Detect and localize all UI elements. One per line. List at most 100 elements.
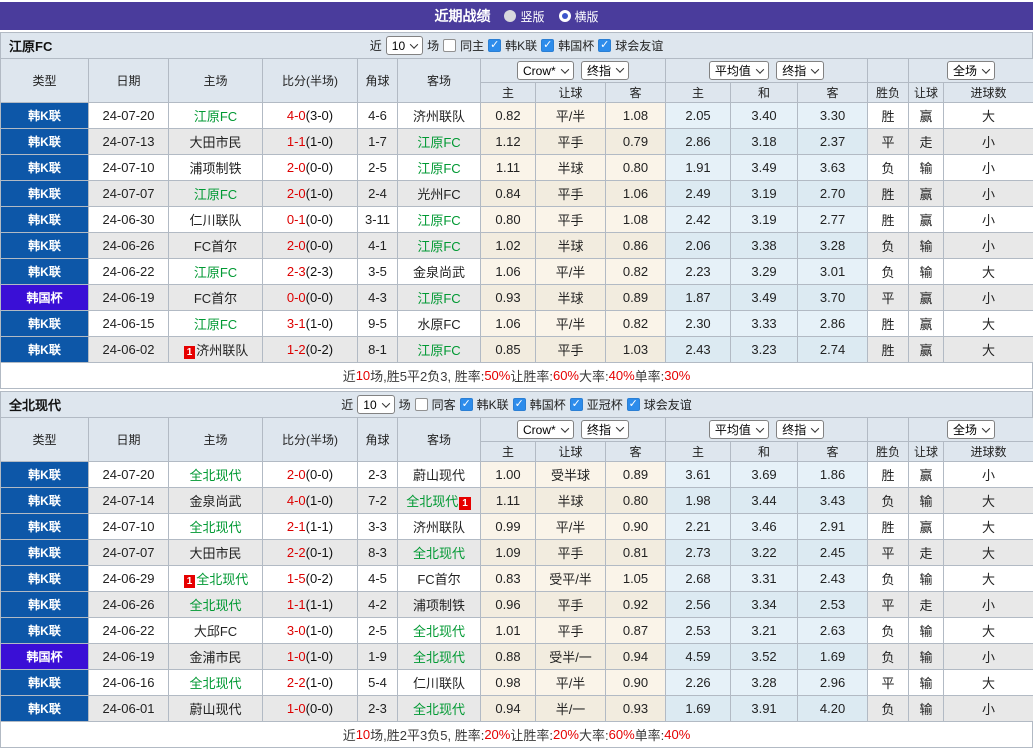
away-team-name[interactable]: 江原FC (417, 135, 460, 150)
score-cell: 2-2(0-1) (263, 540, 358, 566)
away-team-name[interactable]: 江原FC (417, 161, 460, 176)
home-team-name[interactable]: 江原FC (194, 265, 237, 280)
match-count-select[interactable]: 10 (357, 395, 394, 414)
away-team-name[interactable]: 全北现代 (413, 650, 465, 665)
corner-count: 2-3 (358, 462, 398, 488)
home-team-name[interactable]: 大田市民 (189, 135, 241, 150)
bookmaker-select[interactable]: Crow* (517, 420, 574, 439)
col-date: 日期 (89, 418, 169, 462)
result-handicap: 走 (909, 129, 944, 155)
league-checkbox[interactable]: ✓ (598, 39, 611, 52)
away-team-name[interactable]: 江原FC (417, 291, 460, 306)
league-checkbox[interactable]: ✓ (627, 398, 640, 411)
home-team-name[interactable]: 全北现代 (189, 676, 241, 691)
corner-count: 9-5 (358, 311, 398, 337)
home-team-cell: 全北现代 (169, 592, 263, 618)
results-rows: 韩K联 24-07-20 江原FC 4-0(3-0) 4-6 济州联队 0.82… (1, 103, 1033, 363)
sub-col-wdl: 胜负 (868, 83, 909, 103)
home-team-name[interactable]: 金泉尚武 (189, 494, 241, 509)
euro-final-select[interactable]: 终指 (776, 420, 824, 439)
away-team-name[interactable]: 全北现代 (413, 702, 465, 717)
radio-vertical-option[interactable]: 竖版 (504, 8, 544, 25)
summary-text: 让胜率: (510, 366, 553, 385)
league-checkbox[interactable]: ✓ (460, 398, 473, 411)
home-team-name[interactable]: 全北现代 (189, 520, 241, 535)
same-venue-checkbox[interactable] (443, 39, 456, 52)
home-team-name[interactable]: FC首尔 (194, 239, 237, 254)
match-date: 24-06-26 (89, 592, 169, 618)
away-team-cell: 江原FC (398, 129, 481, 155)
away-team-name[interactable]: FC首尔 (417, 572, 460, 587)
home-team-name[interactable]: 江原FC (194, 187, 237, 202)
away-team-name[interactable]: 全北现代 (413, 546, 465, 561)
asia-final-select[interactable]: 终指 (581, 61, 629, 80)
bookmaker-select[interactable]: Crow* (517, 61, 574, 80)
home-team-name[interactable]: 大邱FC (194, 624, 237, 639)
away-team-name[interactable]: 全北现代 (413, 624, 465, 639)
corner-count: 2-3 (358, 696, 398, 722)
euro-draw-odds: 3.46 (731, 514, 798, 540)
radio-horizontal-option[interactable]: 横版 (559, 8, 599, 25)
home-team-name[interactable]: 仁川联队 (189, 213, 241, 228)
euro-final-select[interactable]: 终指 (776, 61, 824, 80)
home-team-name[interactable]: 大田市民 (189, 546, 241, 561)
home-team-name[interactable]: 江原FC (194, 317, 237, 332)
full-match-select[interactable]: 全场 (947, 420, 995, 439)
euro-draw-odds: 3.34 (731, 592, 798, 618)
away-team-name[interactable]: 江原FC (417, 239, 460, 254)
check-icon: ✓ (572, 399, 581, 410)
away-team-name[interactable]: 光州FC (417, 187, 460, 202)
away-team-name[interactable]: 金泉尚武 (413, 265, 465, 280)
home-team-name[interactable]: 全北现代 (196, 572, 248, 587)
asia-final-select[interactable]: 终指 (581, 420, 629, 439)
same-venue-checkbox[interactable] (415, 398, 428, 411)
euro-average-select[interactable]: 平均值 (709, 61, 769, 80)
match-type: 韩K联 (1, 488, 89, 514)
away-team-name[interactable]: 江原FC (417, 343, 460, 358)
home-team-name[interactable]: 全北现代 (189, 598, 241, 613)
euro-away-odds: 2.45 (798, 540, 868, 566)
col-corner: 角球 (358, 59, 398, 103)
league-checkbox[interactable]: ✓ (541, 39, 554, 52)
radio-selected-icon[interactable] (559, 10, 571, 22)
asia-home-odds: 0.88 (481, 644, 536, 670)
section-header: 全北现代 近 10 场 同客 ✓ 韩K联 ✓ 韩国杯 ✓ 亚冠杯 ✓ 球会友谊 (0, 391, 1033, 417)
home-team-name[interactable]: 全北现代 (189, 468, 241, 483)
asia-odds-group: Crow* 终指 (481, 59, 666, 83)
chevron-down-icon (756, 424, 764, 432)
home-team-name[interactable]: 江原FC (194, 109, 237, 124)
euro-away-odds: 2.70 (798, 181, 868, 207)
full-score: 1-2 (287, 342, 306, 357)
match-date: 24-06-22 (89, 259, 169, 285)
league-checkbox[interactable]: ✓ (513, 398, 526, 411)
full-score: 1-5 (287, 571, 306, 586)
home-team-name[interactable]: 金浦市民 (189, 650, 241, 665)
radio-unselected-icon[interactable] (504, 10, 516, 22)
euro-away-odds: 3.01 (798, 259, 868, 285)
league-checkbox[interactable]: ✓ (488, 39, 501, 52)
home-team-cell: 全北现代 (169, 670, 263, 696)
home-team-name[interactable]: 浦项制铁 (189, 161, 241, 176)
asia-handicap: 半球 (536, 285, 606, 311)
away-team-name[interactable]: 济州联队 (413, 109, 465, 124)
away-team-name[interactable]: 水原FC (417, 317, 460, 332)
away-team-name[interactable]: 济州联队 (413, 520, 465, 535)
match-count-select[interactable]: 10 (386, 36, 423, 55)
home-team-name[interactable]: FC首尔 (194, 291, 237, 306)
league-checkbox[interactable]: ✓ (570, 398, 583, 411)
league-label: 韩K联 (477, 396, 509, 413)
result-goals: 小 (944, 696, 1033, 722)
euro-average-select[interactable]: 平均值 (709, 420, 769, 439)
home-team-name[interactable]: 济州联队 (196, 343, 248, 358)
away-team-name[interactable]: 浦项制铁 (413, 598, 465, 613)
away-team-name[interactable]: 江原FC (417, 213, 460, 228)
full-match-select[interactable]: 全场 (947, 61, 995, 80)
result-handicap: 赢 (909, 103, 944, 129)
away-team-name[interactable]: 全北现代 (406, 494, 458, 509)
home-team-cell: 江原FC (169, 103, 263, 129)
home-team-name[interactable]: 蔚山现代 (189, 702, 241, 717)
away-team-name[interactable]: 仁川联队 (413, 676, 465, 691)
score-cell: 1-0(1-0) (263, 644, 358, 670)
away-team-name[interactable]: 蔚山现代 (413, 468, 465, 483)
section-summary: 近10场,胜2平3负5, 胜率:20% 让胜率:20% 大率:60% 单率:40… (0, 722, 1033, 748)
